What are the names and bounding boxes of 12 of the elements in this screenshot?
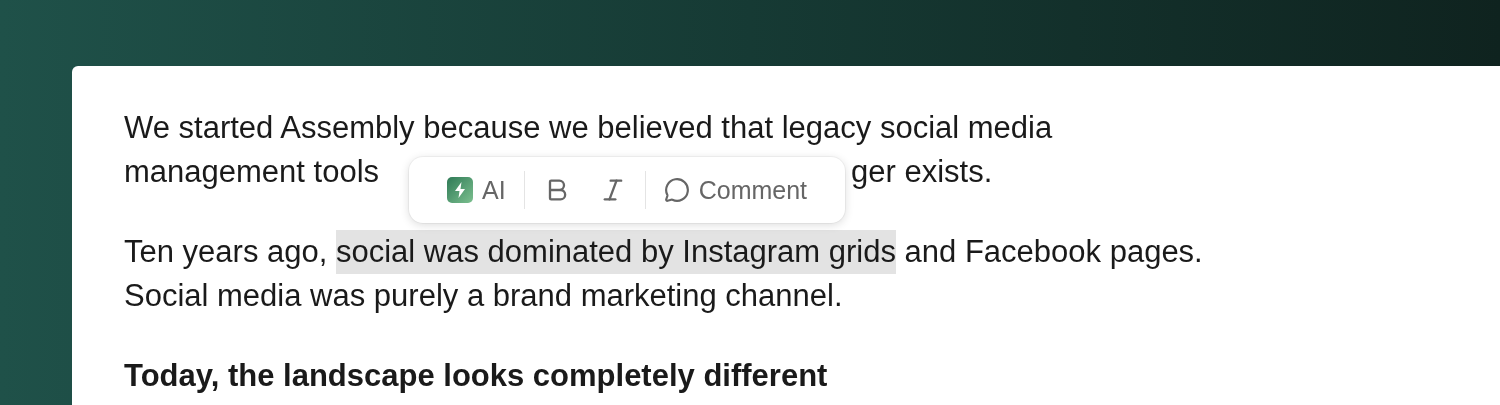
comment-button[interactable]: Comment — [649, 168, 822, 212]
comment-icon — [663, 177, 690, 203]
body-text: ger exists. — [851, 153, 993, 191]
bold-text: Today, the landscape looks completely different — [124, 357, 828, 395]
body-text: Social media was purely a brand marketing channel. — [124, 277, 843, 315]
ai-button[interactable]: AI — [433, 168, 520, 212]
body-text: We started Assembly because we believed that legacy social media — [124, 109, 1053, 147]
body-text: Ten years ago, — [124, 233, 329, 271]
selected-text: social was dominated by Instagram grids — [335, 230, 896, 274]
body-text: management tools — [124, 153, 380, 191]
body-text: and Facebook pages. — [903, 233, 1203, 271]
lightning-icon — [447, 177, 474, 203]
